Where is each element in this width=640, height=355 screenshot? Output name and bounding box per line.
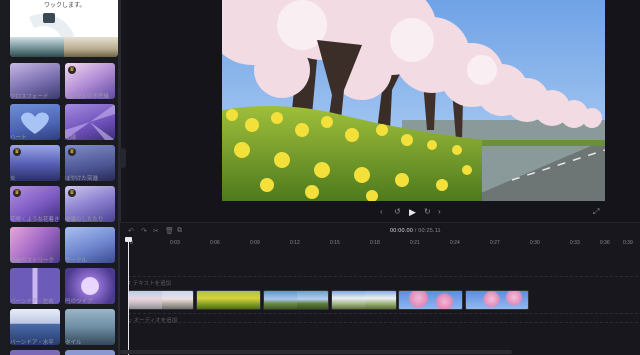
cut-icon[interactable]: ✂ — [153, 227, 159, 235]
timecode-total: 00:25.11 — [418, 228, 441, 234]
ruler-label: 0:06 — [210, 240, 220, 246]
video-clip[interactable] — [331, 290, 397, 310]
transition-label: バーンドア・水平 — [10, 340, 54, 346]
timecode: 00:00.00 / 00:25.11 — [390, 228, 441, 234]
transition-label: 花咲くような花着き — [10, 217, 60, 223]
playhead[interactable] — [128, 239, 129, 355]
ruler-label: 0:12 — [290, 240, 300, 246]
skip-back-icon[interactable]: ‹ — [380, 207, 383, 217]
transition-label: 光線 — [65, 135, 77, 141]
delete-icon[interactable]: 🗑 — [165, 227, 174, 235]
preview-stage: ‹ ↺ ▶ ↻ › ⤢ — [126, 0, 640, 222]
forward-5-icon[interactable]: ↻ — [424, 207, 431, 217]
video-clip[interactable] — [128, 290, 194, 310]
add-text-label: T テキストを追加 — [128, 281, 172, 287]
video-clip[interactable] — [196, 290, 261, 310]
transition-label: バーンドア・左右 — [10, 299, 54, 305]
preview-caption: ワックします。 — [44, 3, 86, 9]
undo-icon[interactable]: ↶ — [128, 227, 134, 235]
transition-label: デジタルの不思議 — [65, 94, 109, 100]
ruler-label: 0:18 — [370, 240, 380, 246]
premium-crown-icon: ♛ — [13, 189, 21, 197]
duplicate-icon[interactable]: ⧉ — [177, 227, 182, 235]
transition-tile-next[interactable] — [65, 350, 115, 355]
premium-crown-icon: ♛ — [68, 189, 76, 197]
audio-track[interactable]: ♫ オーディオを追加 — [128, 313, 638, 324]
ruler-label: 0:39 — [623, 240, 633, 246]
premium-crown-icon: ♛ — [68, 66, 76, 74]
transition-label: ぼやけた突進 — [65, 176, 99, 182]
premium-crown-icon: ♛ — [68, 148, 76, 156]
video-clip[interactable] — [465, 290, 529, 310]
video-clip[interactable] — [263, 290, 329, 310]
transition-label: ハート — [10, 135, 27, 141]
ruler-label: 0:03 — [170, 240, 180, 246]
skip-forward-icon[interactable]: › — [438, 207, 441, 217]
cherry-blossom-frame — [222, 0, 605, 201]
transition-label: 円のワイプ — [65, 299, 93, 305]
video-preview — [222, 0, 605, 201]
play-button[interactable]: ▶ — [409, 207, 416, 217]
ruler-label: 0:09 — [250, 240, 260, 246]
premium-crown-icon: ♛ — [13, 148, 21, 156]
ruler-label: 0:21 — [410, 240, 420, 246]
redo-icon[interactable]: ↷ — [141, 227, 147, 235]
ruler-label: 0:33 — [570, 240, 580, 246]
transition-label: サークル — [65, 258, 87, 264]
fullscreen-icon[interactable]: ⤢ — [593, 207, 599, 217]
ruler-label: 0:15 — [330, 240, 340, 246]
preview-landscape-left — [10, 37, 64, 57]
ruler-label: 0:30 — [530, 240, 540, 246]
transition-label: 破壊のしたたり — [65, 217, 104, 223]
rewind-5-icon[interactable]: ↺ — [394, 207, 401, 217]
ruler-label: 0:27 — [490, 240, 500, 246]
transition-label: 炎 — [10, 176, 16, 182]
preview-landscape-right — [64, 37, 118, 57]
ruler-label: 0:36 — [600, 240, 610, 246]
timeline-scrollbar[interactable] — [120, 350, 512, 354]
timeline: ↶ ↷ ✂ 🗑 ⧉ 00:00.00 / 00:25.11 0 0:03 0:0… — [120, 222, 640, 355]
transition-label: クロスフェード — [10, 94, 49, 100]
transition-tile-next[interactable] — [10, 350, 60, 355]
preview-badge — [43, 13, 55, 23]
ruler-label: 0:24 — [450, 240, 460, 246]
add-audio-label: ♫ オーディオを追加 — [128, 318, 178, 324]
transition-label: タイル — [65, 340, 82, 346]
transitions-panel: ワックします。 ♛ クロスフェード デジタルの不思議 ハート 光線 ♛ ♛ 炎 — [7, 0, 120, 355]
video-editor-app: ワックします。 ♛ クロスフェード デジタルの不思議 ハート 光線 ♛ ♛ 炎 — [0, 0, 640, 355]
text-track[interactable]: T テキストを追加 — [128, 276, 638, 287]
transition-label: 渦巻のストリーク — [10, 258, 55, 264]
video-clip[interactable] — [398, 290, 463, 310]
transition-preview-card: ワックします。 — [10, 0, 118, 57]
timecode-current: 00:00.00 — [390, 228, 414, 234]
left-rail — [0, 0, 7, 355]
